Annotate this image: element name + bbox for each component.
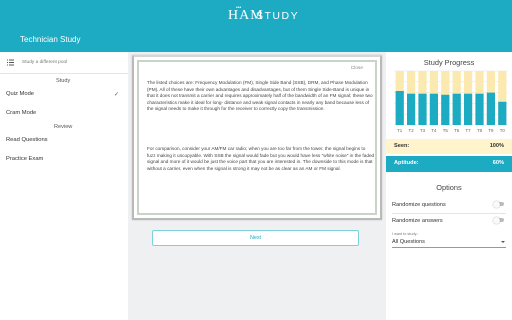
randomize-questions-row: Randomize questions: [392, 199, 506, 211]
aptitude-bar: [429, 93, 439, 125]
page-title: Technician Study: [20, 35, 81, 44]
aptitude-bar: [441, 94, 450, 125]
study-progress-title: Study Progress: [423, 58, 475, 67]
aptitude-bar: [463, 93, 473, 125]
study-progress-chart: T1 T2 T3 T4 T5 T6 T7 T8 T9 T0: [394, 70, 508, 133]
list-icon[interactable]: [7, 59, 14, 66]
pool-selector[interactable]: Study a different pool: [0, 52, 128, 74]
aptitude-value: 60%: [492, 160, 504, 166]
x-tick-label: T7: [466, 128, 472, 133]
aptitude-bar: [475, 93, 484, 125]
dropdown-arrow-icon: [501, 241, 505, 243]
x-tick-label: T8: [477, 128, 483, 133]
x-tick-label: T9: [488, 128, 494, 133]
sidebar: Study a different pool Study Quiz Mode ✓…: [0, 52, 128, 320]
aptitude-bar: [406, 93, 416, 125]
aptitude-bar: [418, 93, 427, 125]
x-tick-label: T2: [409, 128, 415, 133]
seen-value: 100%: [489, 143, 504, 149]
logo-study-text: STUDY: [256, 10, 300, 22]
aptitude-row: Aptitude: 60%: [386, 156, 512, 172]
aptitude-bar: [498, 101, 507, 125]
toggle-knob: [493, 216, 500, 224]
close-button[interactable]: Close: [351, 66, 363, 71]
seen-row: Seen: 100%: [386, 139, 512, 154]
aptitude-label: Aptitude:: [394, 160, 419, 166]
checkmark-icon: ✓: [114, 92, 120, 98]
x-tick-label: T3: [420, 128, 426, 133]
aptitude-bar: [452, 93, 461, 125]
sidebar-item-practice-exam[interactable]: Practice Exam: [6, 156, 43, 162]
right-panel: Study Progress T1 T2 T3 T4 T5 T6 T7 T8 T9 T0 Seen…: [386, 52, 512, 320]
next-button[interactable]: Next: [152, 230, 359, 246]
randomize-answers-row: Randomize answers: [392, 215, 506, 227]
x-tick-label: T5: [443, 128, 449, 133]
randomize-answers-label: Randomize answers: [392, 218, 443, 224]
hamstudy-logo[interactable]: ••• HAM STUDY: [220, 4, 300, 26]
study-select-value: All Questions: [392, 239, 425, 245]
toggle-knob: [493, 200, 500, 208]
randomize-questions-toggle[interactable]: [493, 200, 504, 208]
options-title: Options: [436, 183, 462, 192]
explanation-card-inner: Close The listed choices are: Frequency …: [137, 60, 377, 215]
sidebar-item-cram-mode[interactable]: Cram Mode: [6, 110, 36, 116]
x-tick-label: T0: [500, 128, 506, 133]
section-header-review: Review: [54, 124, 73, 130]
divider: [392, 213, 506, 214]
study-select[interactable]: All Questions: [392, 238, 506, 248]
section-header-study: Study: [56, 78, 71, 84]
aptitude-bar: [486, 92, 496, 125]
x-tick-label: T1: [397, 128, 403, 133]
study-select-caption: I want to study...: [392, 232, 420, 236]
randomize-questions-label: Randomize questions: [392, 202, 446, 208]
aptitude-bar: [395, 90, 404, 125]
explanation-paragraph-2: For comparison, consider your AM/FM car …: [147, 146, 375, 171]
x-tick-label: T4: [431, 128, 437, 133]
sidebar-item-quiz-mode[interactable]: Quiz Mode: [6, 91, 34, 97]
randomize-answers-toggle[interactable]: [493, 216, 504, 224]
explanation-paragraph-1: The listed choices are: Frequency Modula…: [147, 80, 373, 112]
pool-placeholder[interactable]: Study a different pool: [22, 60, 67, 65]
top-bar: ••• HAM STUDY Technician Study: [0, 0, 512, 52]
seen-label: Seen:: [394, 143, 410, 149]
sidebar-item-read-questions[interactable]: Read Questions: [6, 137, 48, 143]
x-tick-label: T6: [454, 128, 460, 133]
explanation-card: Close The listed choices are: Frequency …: [132, 55, 382, 220]
